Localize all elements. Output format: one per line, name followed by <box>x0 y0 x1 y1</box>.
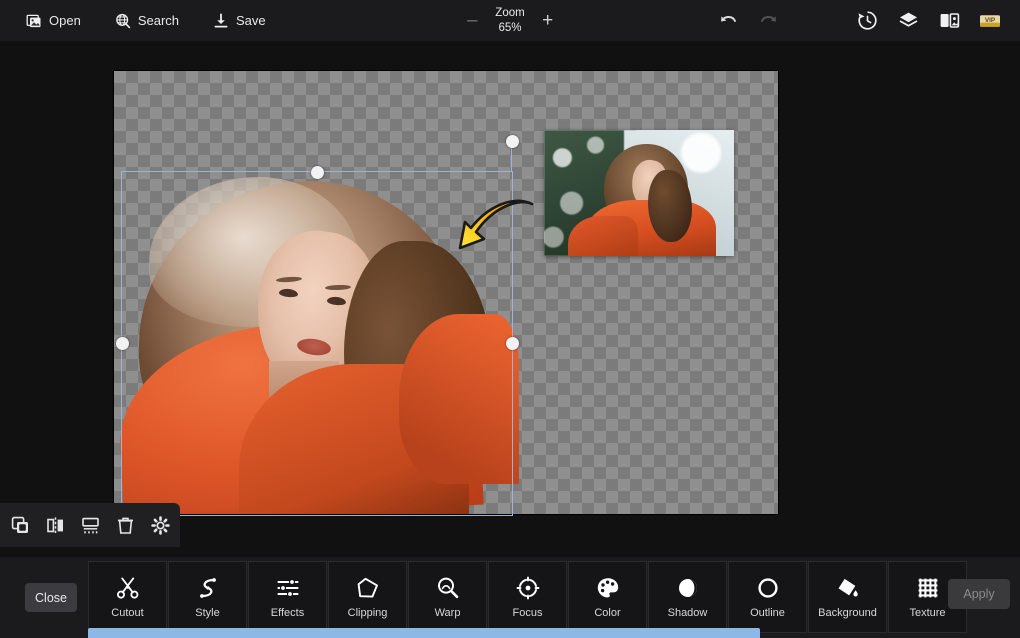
scissors-icon <box>116 576 140 600</box>
magnifier-icon <box>436 576 460 600</box>
tool-shadow[interactable]: Shadow <box>648 561 727 633</box>
toolbar-left-group: Open Search Save <box>22 10 270 32</box>
tool-label: Effects <box>270 606 305 619</box>
tool-label: Background <box>818 606 877 619</box>
open-button-label: Open <box>49 13 81 28</box>
save-button[interactable]: Save <box>209 10 270 32</box>
bottom-accent-bar <box>88 628 760 638</box>
apply-button[interactable]: Apply <box>948 579 1010 609</box>
tool-warp[interactable]: Warp <box>408 561 487 633</box>
half-circle-icon <box>676 576 700 600</box>
editor-window: Open Search Save – Zoom 65% + VIP Close … <box>0 0 1020 638</box>
palette-icon <box>596 576 620 600</box>
svg-text:VIP: VIP <box>985 17 996 24</box>
top-toolbar: Open Search Save – Zoom 65% + VIP <box>0 0 1020 41</box>
download-save-icon <box>213 12 229 29</box>
zoom-in-button[interactable]: + <box>539 11 557 30</box>
tool-label: Cutout <box>111 606 144 619</box>
search-button-label: Search <box>137 13 180 28</box>
tool-label: Warp <box>434 606 461 619</box>
paint-bucket-icon <box>836 576 860 600</box>
tool-outline[interactable]: Outline <box>728 561 807 633</box>
delete-icon[interactable] <box>112 512 138 538</box>
close-button[interactable]: Close <box>25 583 77 612</box>
zoom-label: Zoom <box>495 7 525 20</box>
tool-cutout[interactable]: Cutout <box>88 561 167 633</box>
sliders-icon <box>276 576 300 600</box>
toolbar-right-group: VIP <box>716 0 1002 41</box>
tool-label: Texture <box>909 606 946 619</box>
bottom-toolbar: Close Cutout Style Effects Clipping Warp… <box>0 557 1020 638</box>
redo-icon[interactable] <box>757 9 781 33</box>
zoom-out-button[interactable]: – <box>463 11 481 30</box>
image-canvas[interactable] <box>114 71 778 516</box>
target-icon <box>516 576 540 600</box>
thumbnail-coat-left <box>568 216 638 256</box>
object-context-toolbar <box>0 503 180 547</box>
zoom-readout: Zoom 65% <box>495 6 524 35</box>
style-curve-icon <box>196 576 220 600</box>
flip-vertical-icon[interactable] <box>77 512 103 538</box>
globe-search-icon <box>115 13 131 29</box>
handle-middle-right[interactable] <box>505 337 519 350</box>
handle-rotate[interactable] <box>505 135 519 148</box>
layers-icon[interactable] <box>896 9 920 33</box>
tool-strip: Cutout Style Effects Clipping Warp Focus… <box>88 561 1020 633</box>
handle-middle-left[interactable] <box>115 337 129 350</box>
history-icon[interactable] <box>855 9 879 33</box>
tool-label: Clipping <box>347 606 388 619</box>
tool-label: Style <box>195 606 220 619</box>
image-open-icon <box>26 13 42 29</box>
ring-icon <box>756 576 780 600</box>
flip-horizontal-icon[interactable] <box>42 512 68 538</box>
zoom-controls: – Zoom 65% + <box>463 0 556 41</box>
orange-curved-arrow-icon <box>454 196 538 264</box>
undo-icon[interactable] <box>716 9 740 33</box>
tool-focus[interactable]: Focus <box>488 561 567 633</box>
save-button-label: Save <box>236 13 266 28</box>
tool-label: Focus <box>512 606 543 619</box>
vip-badge-icon[interactable]: VIP <box>978 9 1002 33</box>
settings-gear-icon[interactable] <box>147 512 173 538</box>
grid-texture-icon <box>916 576 940 600</box>
compare-icon[interactable] <box>937 9 961 33</box>
tool-effects[interactable]: Effects <box>248 561 327 633</box>
tool-color[interactable]: Color <box>568 561 647 633</box>
search-button[interactable]: Search <box>111 10 183 32</box>
tool-label: Color <box>594 606 621 619</box>
thumbnail-hair-front <box>648 170 692 242</box>
open-button[interactable]: Open <box>22 10 85 32</box>
pentagon-shape-icon <box>356 576 380 600</box>
tool-label: Outline <box>750 606 785 619</box>
tool-label: Shadow <box>667 606 708 619</box>
thumbnail-layer[interactable] <box>544 130 734 256</box>
handle-top-center[interactable] <box>310 165 324 179</box>
tool-background[interactable]: Background <box>808 561 887 633</box>
tool-clipping[interactable]: Clipping <box>328 561 407 633</box>
duplicate-icon[interactable] <box>7 512 33 538</box>
zoom-value: 65% <box>498 21 522 34</box>
tool-style[interactable]: Style <box>168 561 247 633</box>
canvas-stage[interactable] <box>0 41 1020 638</box>
